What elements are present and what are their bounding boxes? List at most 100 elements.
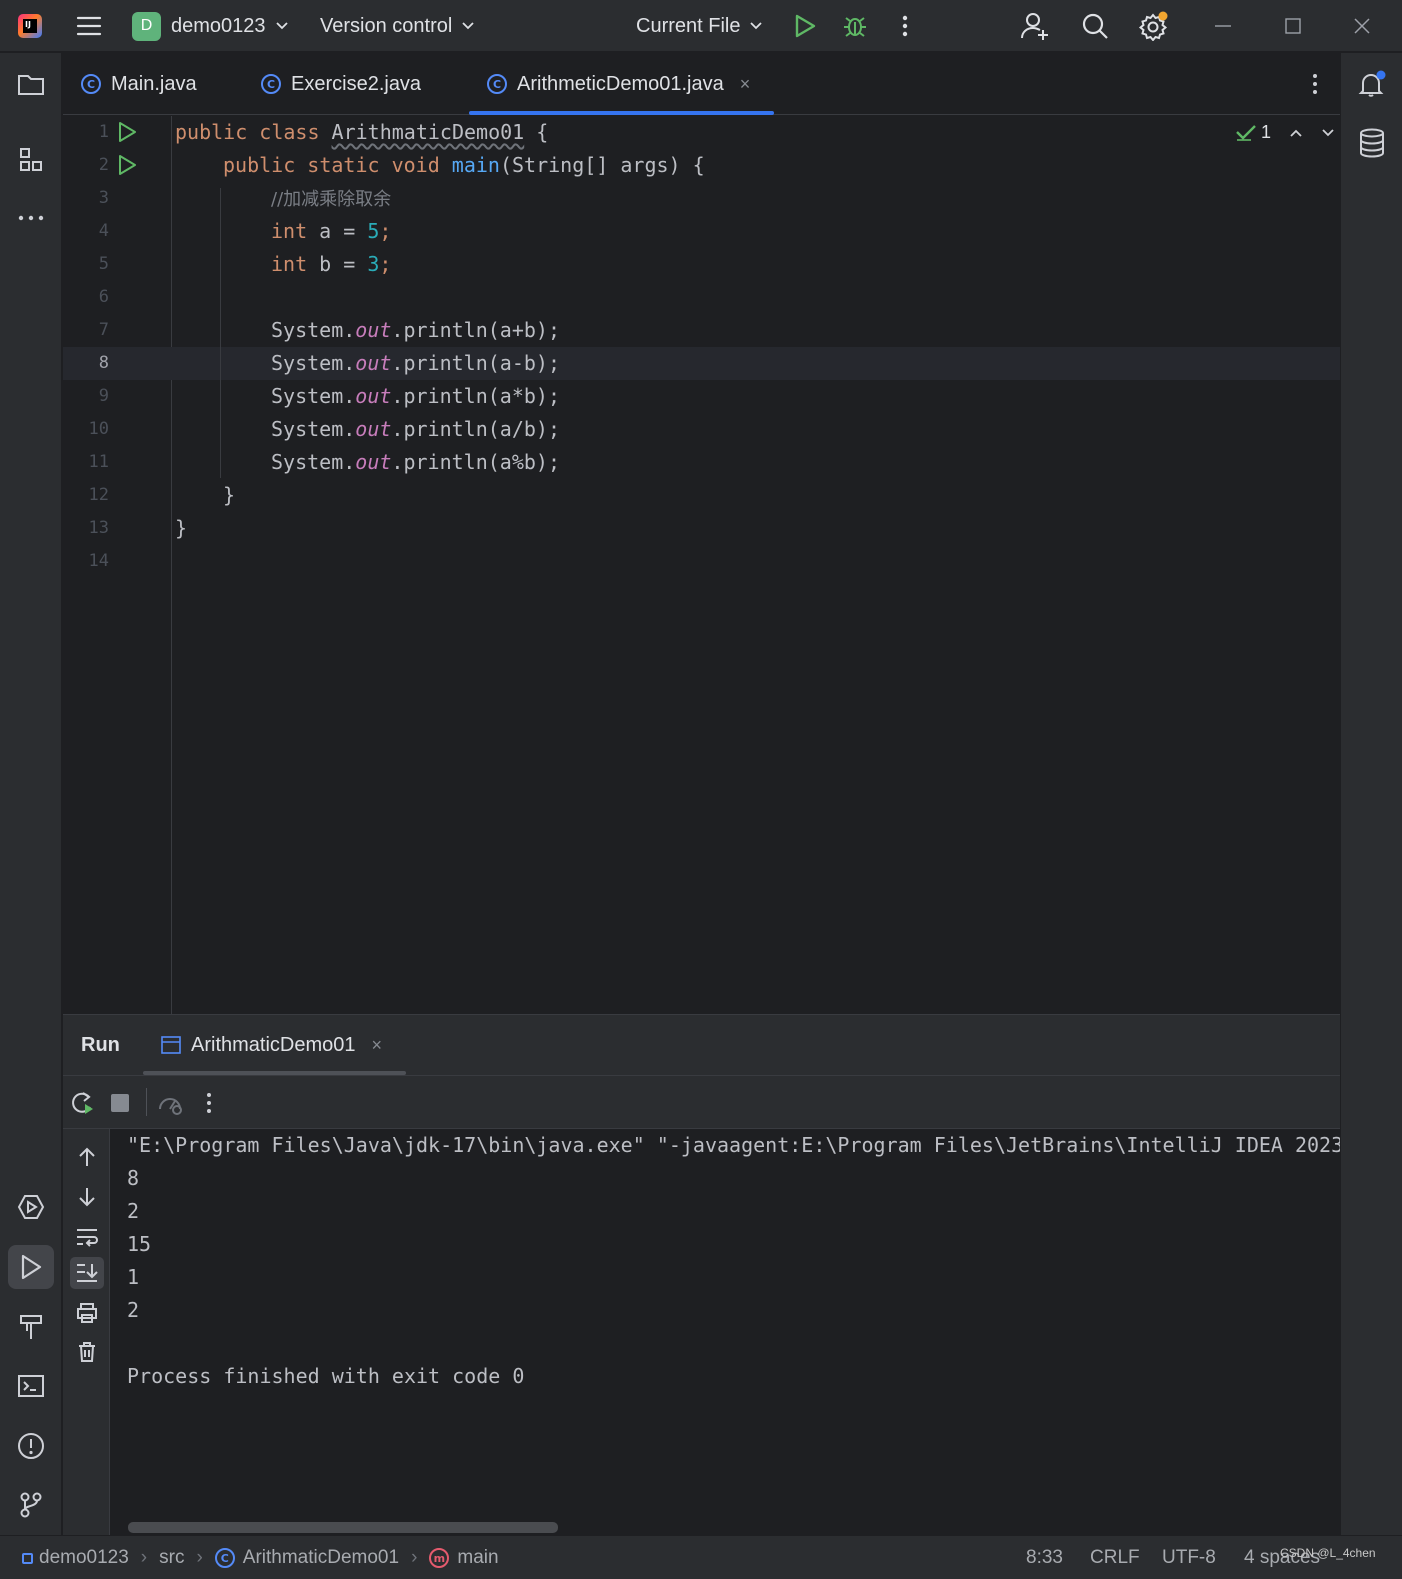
- add-user-icon: [1021, 13, 1048, 40]
- code-text: }: [223, 483, 236, 507]
- tab-exercise2-java[interactable]: C Exercise2.java: [261, 53, 421, 115]
- close-window-button[interactable]: [1347, 0, 1377, 52]
- run-gutter-icon[interactable]: [117, 154, 137, 176]
- chevron-down-icon: [750, 22, 763, 30]
- tab-label: Main.java: [111, 72, 197, 95]
- tab-arithmeticdemo01-java[interactable]: C ArithmeticDemo01.java ×: [468, 53, 775, 115]
- code-line[interactable]: 7 System.out.println(a+b);: [63, 314, 1340, 347]
- code-line[interactable]: 3 //加减乘除取余: [63, 182, 1340, 215]
- inspection-widget[interactable]: 1: [1235, 122, 1335, 143]
- run-configuration-selector[interactable]: Current File: [636, 0, 763, 52]
- code-line[interactable]: 12 }: [63, 479, 1340, 512]
- clear-all-button[interactable]: [70, 1336, 104, 1368]
- editor-tab-bar: C Main.java C Exercise2.java C Arithmeti…: [63, 53, 1340, 115]
- soft-wrap-button[interactable]: [70, 1221, 104, 1253]
- print-button[interactable]: [70, 1297, 104, 1329]
- line-separator[interactable]: CRLF: [1090, 1536, 1140, 1579]
- tab-actions-button[interactable]: [1312, 53, 1318, 115]
- chevron-up-icon[interactable]: [1289, 128, 1303, 138]
- arrow-down-icon: [79, 1188, 95, 1207]
- scroll-up-button[interactable]: [70, 1141, 104, 1173]
- breadcrumb-item-project[interactable]: demo0123: [39, 1547, 129, 1569]
- code-line[interactable]: 13 }: [63, 512, 1340, 545]
- breadcrumb-item-class[interactable]: ArithmaticDemo01: [243, 1547, 399, 1569]
- chevron-right-icon: ›: [411, 1547, 418, 1568]
- file-encoding[interactable]: UTF-8: [1162, 1536, 1216, 1579]
- scroll-to-end-icon: [77, 1264, 98, 1282]
- project-name: demo0123: [171, 14, 266, 37]
- close-run-tab-icon[interactable]: ×: [372, 1035, 383, 1056]
- code-text: System.out.println(a/b);: [271, 417, 560, 441]
- search-everywhere-button[interactable]: [1080, 0, 1110, 52]
- settings-button[interactable]: [1138, 0, 1168, 52]
- scroll-down-button[interactable]: [70, 1181, 104, 1213]
- code-line[interactable]: 6: [63, 281, 1340, 314]
- caret-position[interactable]: 8:33: [1026, 1536, 1063, 1579]
- hammer-icon: [20, 1315, 42, 1339]
- breadcrumb-item-src[interactable]: src: [159, 1547, 184, 1569]
- services-tool-button[interactable]: [8, 1185, 54, 1229]
- code-line[interactable]: 10 System.out.println(a/b);: [63, 413, 1340, 446]
- more-tools-button[interactable]: [8, 196, 54, 240]
- close-tab-icon[interactable]: ×: [740, 74, 751, 95]
- tab-main-java[interactable]: C Main.java: [81, 53, 197, 115]
- attach-profiler-button[interactable]: [155, 1088, 185, 1118]
- console-line: 8: [127, 1166, 140, 1190]
- version-control-menu[interactable]: Version control: [320, 0, 475, 52]
- app-logo[interactable]: IJ: [18, 0, 44, 52]
- line-number: 13: [88, 518, 109, 538]
- soft-wrap-icon: [77, 1229, 98, 1247]
- printer-icon: [77, 1303, 97, 1323]
- more-actions-button[interactable]: [893, 0, 917, 52]
- structure-icon: [20, 148, 42, 171]
- code-line[interactable]: 14: [63, 545, 1340, 578]
- code-text: public static void main(String[] args) {: [223, 153, 705, 177]
- code-line[interactable]: 4 int a = 5;: [63, 215, 1340, 248]
- run-gutter-icon[interactable]: [117, 121, 137, 143]
- code-text: System.out.println(a+b);: [271, 318, 560, 342]
- run-config-tab[interactable]: ArithmaticDemo01 ×: [142, 1015, 407, 1075]
- trash-icon: [79, 1342, 95, 1362]
- code-with-me-button[interactable]: [1020, 0, 1050, 52]
- chevron-down-icon[interactable]: [1321, 128, 1335, 138]
- rerun-button[interactable]: [68, 1088, 98, 1118]
- git-branch-icon: [20, 1492, 42, 1518]
- project-selector[interactable]: D demo0123: [132, 0, 289, 52]
- code-text: int a = 5;: [271, 219, 392, 243]
- inspection-count: 1: [1261, 122, 1272, 142]
- code-line[interactable]: 2 public static void main(String[] args)…: [63, 149, 1340, 182]
- debug-button[interactable]: [840, 0, 870, 52]
- console-output[interactable]: "E:\Program Files\Java\jdk-17\bin\java.e…: [127, 1129, 1340, 1524]
- terminal-tool-button[interactable]: [8, 1364, 54, 1408]
- notifications-button[interactable]: [1349, 62, 1395, 106]
- line-number: 5: [98, 254, 109, 274]
- problems-tool-button[interactable]: [8, 1424, 54, 1468]
- stop-button[interactable]: [105, 1088, 135, 1118]
- git-tool-button[interactable]: [8, 1483, 54, 1527]
- database-tool-button[interactable]: [1349, 121, 1395, 165]
- line-number: 4: [98, 221, 109, 241]
- run-more-actions-button[interactable]: [194, 1088, 224, 1118]
- structure-tool-button[interactable]: [8, 138, 54, 182]
- scroll-to-end-button[interactable]: [70, 1257, 104, 1289]
- run-button[interactable]: [790, 0, 820, 52]
- console-horizontal-scrollbar[interactable]: [128, 1522, 558, 1533]
- code-line[interactable]: 9 System.out.println(a*b);: [63, 380, 1340, 413]
- code-editor[interactable]: 1 public class ArithmaticDemo01 { 2 publ…: [63, 116, 1340, 1014]
- code-line[interactable]: 1 public class ArithmaticDemo01 {: [63, 116, 1340, 149]
- code-line[interactable]: 11 System.out.println(a%b);: [63, 446, 1340, 479]
- line-number: 7: [98, 320, 109, 340]
- code-line-current[interactable]: 8 System.out.println(a-b);: [63, 347, 1340, 380]
- main-menu-button[interactable]: [74, 0, 104, 52]
- check-icon: [1236, 124, 1256, 141]
- code-line[interactable]: 5 int b = 3;: [63, 248, 1340, 281]
- build-tool-button[interactable]: [8, 1305, 54, 1349]
- project-tool-button[interactable]: [8, 62, 54, 106]
- breadcrumb-item-method[interactable]: main: [457, 1547, 498, 1569]
- run-tool-button[interactable]: [8, 1245, 54, 1289]
- code-text: System.out.println(a-b);: [271, 351, 560, 375]
- line-number: 8: [98, 353, 109, 373]
- minimize-window-button[interactable]: [1208, 0, 1238, 52]
- maximize-window-button[interactable]: [1278, 0, 1308, 52]
